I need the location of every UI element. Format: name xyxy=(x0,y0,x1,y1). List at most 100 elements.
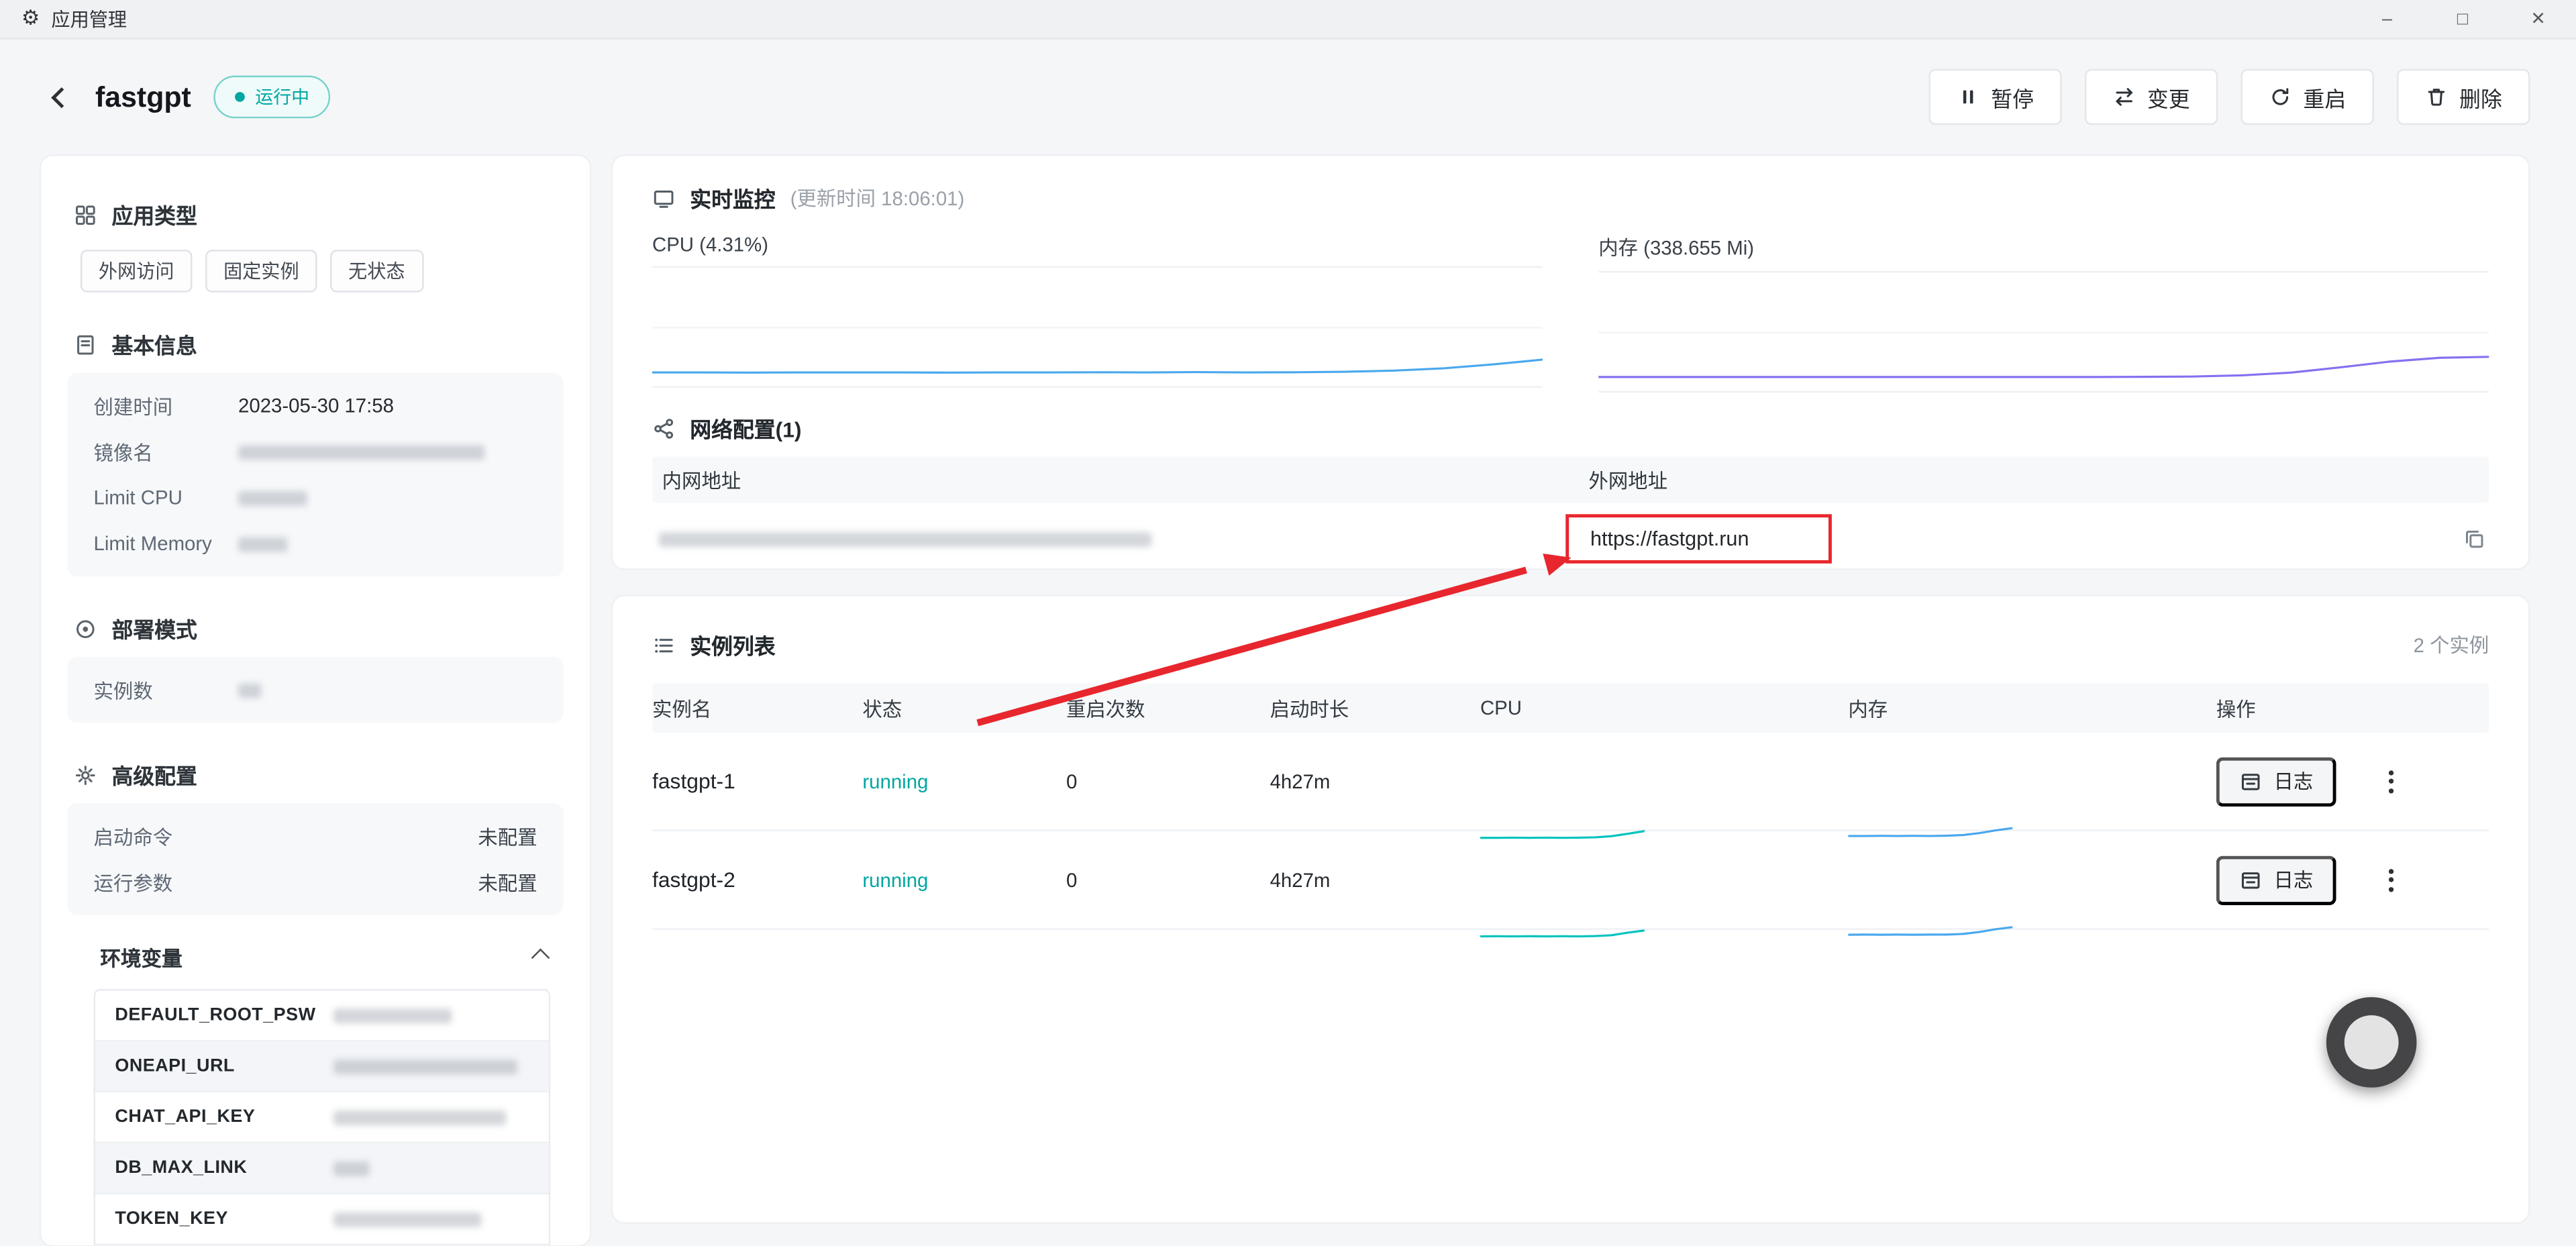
monitoring-charts: CPU (4.31%) 内存 (338.655 Mi) xyxy=(613,233,2528,393)
delete-button-label: 删除 xyxy=(2459,81,2502,113)
deploy-mode-title: 部署模式 xyxy=(111,613,197,644)
app-window: ⚙ 应用管理 – □ ✕ fastgpt 运行中 暂停 变更 xyxy=(0,0,2576,1246)
instance-operations: 日志 xyxy=(2216,855,2489,904)
info-row-created: 创建时间 2023-05-30 17:58 xyxy=(67,382,563,429)
column-instance-name: 实例名 xyxy=(652,694,862,722)
env-value xyxy=(317,1209,549,1229)
section-deploy-mode: 部署模式 xyxy=(74,613,590,644)
chevron-up-icon[interactable] xyxy=(531,947,550,966)
redacted-image-name xyxy=(238,444,484,459)
cpu-chart: CPU (4.31%) xyxy=(652,233,1543,393)
env-vars-header[interactable]: 环境变量 xyxy=(100,941,550,973)
env-key: CHAT_API_KEY xyxy=(95,1107,317,1127)
instances-table-header: 实例名 状态 重启次数 启动时长 CPU 内存 操作 xyxy=(652,684,2489,733)
start-command-value: 未配置 xyxy=(478,822,537,850)
trash-icon xyxy=(2425,85,2448,108)
redacted-env-value xyxy=(333,1059,517,1074)
app-detail-sidebar: 应用类型 外网访问 固定实例 无状态 基本信息 创建时间 2023-05-30 … xyxy=(40,154,592,1246)
start-command-label: 启动命令 xyxy=(94,822,238,850)
cursor-click-indicator xyxy=(2326,997,2417,1088)
tag-stateless: 无状态 xyxy=(330,250,423,293)
copy-button[interactable] xyxy=(2463,527,2485,550)
logs-button[interactable]: 日志 xyxy=(2216,855,2336,904)
basic-info-panel: 创建时间 2023-05-30 17:58 镜像名 Limit CPU Limi… xyxy=(67,373,563,577)
change-button-label: 变更 xyxy=(2147,81,2190,113)
back-chevron-icon xyxy=(50,87,71,107)
logs-button-label: 日志 xyxy=(2274,767,2314,795)
page-header: fastgpt 运行中 暂停 变更 重启 删除 xyxy=(0,40,2576,154)
external-url-highlight-box[interactable]: https://fastgpt.run xyxy=(1565,514,1832,563)
instance-name: fastgpt-2 xyxy=(652,868,862,892)
copy-icon xyxy=(2463,527,2485,550)
created-label: 创建时间 xyxy=(94,392,238,420)
instance-operations: 日志 xyxy=(2216,756,2489,805)
pause-button[interactable]: 暂停 xyxy=(1928,69,2061,125)
delete-button[interactable]: 删除 xyxy=(2397,69,2530,125)
window-titlebar: ⚙ 应用管理 – □ ✕ xyxy=(0,0,2576,40)
pause-icon xyxy=(1957,85,1979,108)
instances-title: 实例列表 xyxy=(690,629,775,661)
gear-icon xyxy=(74,763,97,786)
env-key: TOKEN_KEY xyxy=(95,1209,317,1229)
env-key: ONEAPI_URL xyxy=(95,1056,317,1076)
created-value: 2023-05-30 17:58 xyxy=(238,395,394,417)
info-row-run-params: 运行参数 未配置 xyxy=(67,859,563,905)
monitoring-header: 实时监控 (更新时间 18:06:01) xyxy=(613,156,2528,214)
env-row: ONEAPI_URL xyxy=(95,1041,549,1092)
env-key: DB_MAX_LINK xyxy=(95,1158,317,1178)
column-restart-count: 重启次数 xyxy=(1066,694,1270,722)
grid-icon xyxy=(74,203,97,225)
monitoring-updated-time: (更新时间 18:06:01) xyxy=(790,184,965,212)
instance-status: running xyxy=(862,770,1066,792)
minimize-button[interactable]: – xyxy=(2349,0,2425,38)
redacted-env-value xyxy=(333,1212,481,1227)
instances-card: 实例列表 2 个实例 实例名 状态 重启次数 启动时长 CPU 内存 操作 fa… xyxy=(611,594,2530,1224)
redacted-env-value xyxy=(333,1008,452,1023)
logs-button[interactable]: 日志 xyxy=(2216,756,2336,805)
limit-cpu-label: Limit CPU xyxy=(94,486,238,509)
column-memory: 内存 xyxy=(1848,694,2216,722)
advanced-config-panel: 启动命令 未配置 运行参数 未配置 xyxy=(67,803,563,915)
network-config-header: 网络配置(1) xyxy=(613,393,2528,444)
logs-button-label: 日志 xyxy=(2274,866,2314,894)
network-table: 内网地址 外网地址 https://fastgpt.run xyxy=(652,457,2489,575)
memory-chart: 内存 (338.655 Mi) xyxy=(1598,233,2489,393)
kebab-menu-icon[interactable] xyxy=(2382,862,2400,898)
kebab-menu-icon[interactable] xyxy=(2382,763,2400,799)
instance-uptime: 4h27m xyxy=(1270,868,1480,891)
deploy-mode-panel: 实例数 xyxy=(67,657,563,723)
external-url[interactable]: https://fastgpt.run xyxy=(1590,527,1749,550)
restart-button[interactable]: 重启 xyxy=(2240,69,2373,125)
pause-button-label: 暂停 xyxy=(1991,81,2034,113)
tag-external-access: 外网访问 xyxy=(81,250,192,293)
cpu-chart-label: CPU (4.31%) xyxy=(652,233,1543,256)
info-row-limit-cpu: Limit CPU xyxy=(67,475,563,521)
info-row-limit-memory: Limit Memory xyxy=(67,521,563,567)
env-row: TOKEN_KEY xyxy=(95,1194,549,1245)
redacted-env-value xyxy=(333,1110,506,1125)
instance-restarts: 0 xyxy=(1066,770,1270,792)
cpu-usage-line-chart xyxy=(652,266,1543,388)
external-address-cell: https://fastgpt.run xyxy=(1565,514,2489,563)
close-button[interactable]: ✕ xyxy=(2500,0,2576,38)
redacted-internal-address xyxy=(659,533,1152,548)
instance-count-label: 实例数 xyxy=(94,676,238,704)
change-button[interactable]: 变更 xyxy=(2085,69,2218,125)
env-key: DEFAULT_ROOT_PSW xyxy=(95,1005,317,1025)
env-row: DB_MAX_LINK xyxy=(95,1143,549,1194)
column-internal-address: 内网地址 xyxy=(652,466,1565,494)
maximize-button[interactable]: □ xyxy=(2425,0,2501,38)
instances-count: 2 个实例 xyxy=(2414,631,2489,659)
back-button[interactable] xyxy=(46,82,76,111)
env-vars-table: DEFAULT_ROOT_PSW ONEAPI_URL CHAT_API_KEY… xyxy=(94,989,551,1246)
log-icon xyxy=(2239,770,2262,792)
network-table-row: https://fastgpt.run xyxy=(652,503,2489,575)
log-icon xyxy=(2239,868,2262,891)
env-value xyxy=(317,1005,549,1025)
monitor-icon xyxy=(652,187,675,209)
env-row: DEFAULT_ROOT_PSW xyxy=(95,990,549,1041)
instances-table: 实例名 状态 重启次数 启动时长 CPU 内存 操作 fastgpt-1 run… xyxy=(652,684,2489,930)
instance-status: running xyxy=(862,868,1066,891)
page-title: fastgpt xyxy=(95,80,191,114)
redacted-limit-cpu xyxy=(238,490,307,505)
